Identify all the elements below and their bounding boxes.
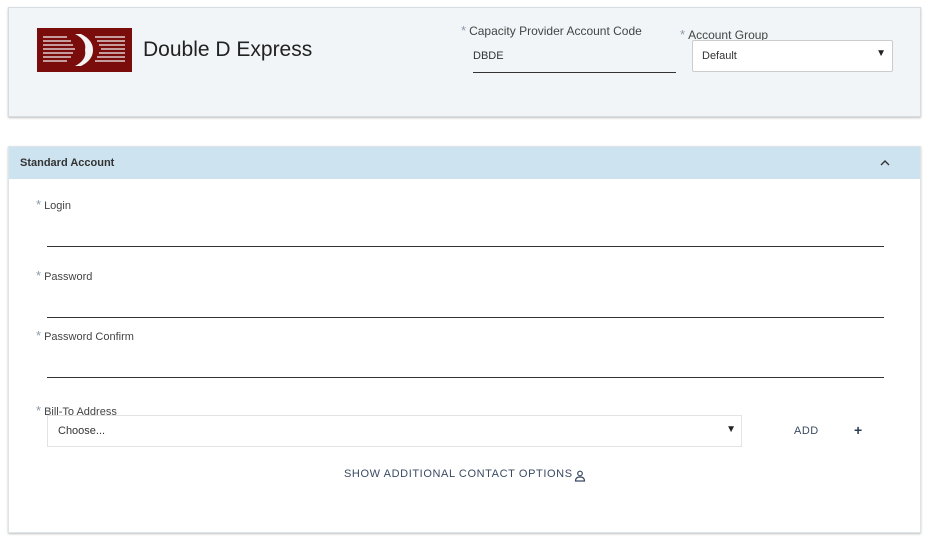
- required-marker: *: [461, 23, 467, 38]
- required-marker: *: [36, 328, 42, 343]
- password-confirm-label: * Password Confirm: [36, 328, 134, 343]
- login-label: * Login: [36, 197, 71, 212]
- plus-icon[interactable]: +: [854, 422, 862, 438]
- chevron-up-icon[interactable]: [878, 156, 892, 170]
- account-header-card: Double D Express * Capacity Provider Acco…: [8, 7, 921, 117]
- required-marker: *: [680, 27, 686, 42]
- company-name: Double D Express: [143, 38, 313, 61]
- login-input[interactable]: [47, 246, 884, 247]
- capacity-provider-code-input[interactable]: DBDE: [473, 44, 676, 73]
- required-marker: *: [36, 197, 42, 212]
- standard-account-card: Standard Account * Login * Password * Passw…: [8, 146, 921, 533]
- add-button[interactable]: ADD: [794, 425, 819, 437]
- account-group-select[interactable]: Default ▼: [692, 40, 893, 72]
- bill-to-address-value: Choose...: [58, 425, 106, 437]
- account-group-value: Default: [702, 50, 737, 62]
- chevron-down-icon: ▼: [726, 424, 736, 435]
- password-label: * Password: [36, 268, 93, 283]
- section-title: Standard Account: [20, 157, 115, 169]
- required-marker: *: [36, 403, 42, 418]
- bill-to-address-select[interactable]: Choose... ▼: [47, 415, 742, 447]
- required-marker: *: [36, 268, 42, 283]
- section-header[interactable]: Standard Account: [9, 147, 920, 179]
- show-additional-contact-options-button[interactable]: SHOW ADDITIONAL CONTACT OPTIONS: [344, 468, 573, 480]
- person-icon[interactable]: [574, 470, 586, 482]
- password-input[interactable]: [47, 317, 884, 318]
- double-d-logo-icon: [37, 28, 132, 72]
- chevron-down-icon: ▼: [876, 48, 886, 59]
- password-confirm-input[interactable]: [47, 377, 884, 378]
- capacity-provider-code-label: * Capacity Provider Account Code: [461, 23, 642, 38]
